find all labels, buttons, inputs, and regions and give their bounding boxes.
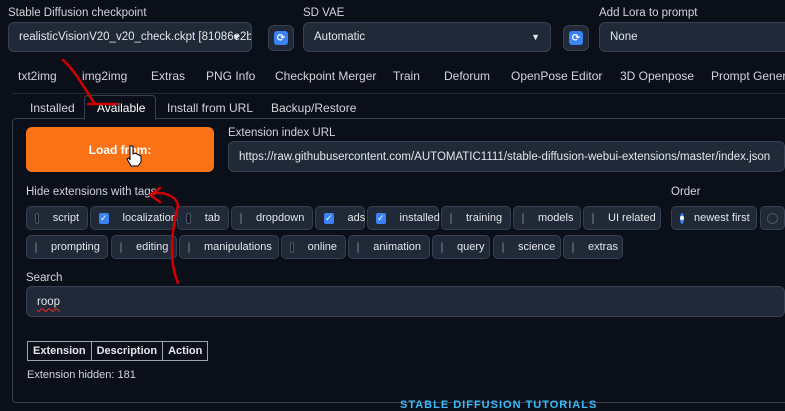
annotation-arrow-bottom-head [148, 186, 162, 204]
annotation-arrows [61, 58, 180, 285]
annotation-arrow-bottom [148, 191, 180, 285]
annotation-arrow-top [61, 58, 97, 106]
hand-cursor-icon [126, 145, 142, 167]
